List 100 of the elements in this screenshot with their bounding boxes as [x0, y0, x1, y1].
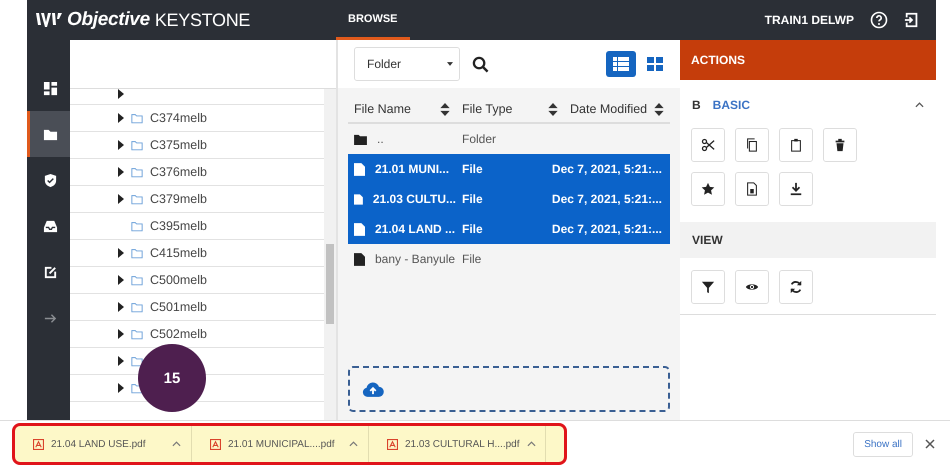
- column-header[interactable]: File Name: [348, 96, 456, 122]
- close-icon[interactable]: [925, 439, 935, 449]
- date-modified: Dec 7, 2021, 5:21:...: [550, 162, 663, 176]
- show-all-button[interactable]: Show all: [853, 432, 913, 456]
- favorite-button[interactable]: [691, 172, 725, 206]
- download-icon: [789, 182, 803, 196]
- folder-icon: [131, 140, 143, 150]
- caret-up-icon[interactable]: [349, 441, 358, 447]
- caret-icon: [118, 140, 124, 150]
- logo-text: Objective: [67, 9, 150, 31]
- tree-item[interactable]: C374melb: [70, 105, 324, 132]
- tree-item[interactable]: C375melb: [70, 132, 324, 159]
- sort-icon[interactable]: [654, 102, 664, 116]
- folder-icon: [131, 112, 143, 124]
- file-icon: [354, 192, 363, 206]
- download-button[interactable]: [779, 172, 813, 206]
- sidebar-item[interactable]: [27, 111, 70, 157]
- tree-item[interactable]: C379melb: [70, 186, 324, 213]
- file-type: File: [461, 222, 484, 236]
- tree-item[interactable]: C500melb: [70, 267, 324, 294]
- file-row[interactable]: 21.04 LAND ... File Dec 7, 2021, 5:21:...: [348, 214, 670, 244]
- pdf-icon: [387, 438, 398, 450]
- file-row[interactable]: bany - Banyule File: [348, 244, 670, 274]
- chevron-icon[interactable]: [915, 102, 924, 108]
- inbox-icon: [42, 218, 58, 234]
- file-row[interactable]: 21.01 MUNI... File Dec 7, 2021, 5:21:...: [348, 154, 670, 184]
- folder-icon: [131, 194, 143, 204]
- sort-icon[interactable]: [548, 102, 558, 116]
- list-icon: [613, 57, 629, 71]
- column-header[interactable]: File Type: [456, 96, 564, 122]
- scrollbar[interactable]: [324, 89, 336, 420]
- date-modified: Dec 7, 2021, 5:21:...: [550, 192, 663, 206]
- user-name[interactable]: TRAIN1 DELWP: [764, 13, 854, 27]
- pdf-icon: [210, 438, 221, 450]
- caret-icon: [118, 302, 124, 312]
- grid-icon: [647, 57, 663, 71]
- section-header[interactable]: B BASIC: [680, 86, 936, 124]
- column-header[interactable]: Date Modified: [564, 96, 670, 122]
- tree-item[interactable]: C415melb: [70, 240, 324, 267]
- panel-title: ACTIONS: [691, 53, 745, 67]
- section-title: VIEW: [692, 233, 723, 247]
- edit-icon: [42, 264, 58, 280]
- caret-up-icon[interactable]: [172, 441, 181, 447]
- download-item[interactable]: 21.01 MUNICIPAL....pdf: [192, 426, 369, 462]
- section-key: B: [692, 98, 701, 112]
- scope-dropdown[interactable]: Folder: [354, 47, 460, 81]
- caret-icon: [118, 167, 124, 177]
- paste-button[interactable]: [779, 128, 813, 162]
- copy-icon: [745, 138, 759, 152]
- download-item[interactable]: 21.03 CULTURAL H....pdf: [369, 426, 546, 462]
- section-header[interactable]: VIEW: [680, 222, 936, 258]
- tree-item[interactable]: C395melb: [70, 213, 324, 240]
- date-modified: Dec 7, 2021, 5:21:...: [550, 222, 663, 236]
- star-icon: [701, 182, 715, 196]
- folder-icon: [131, 248, 143, 258]
- help-icon[interactable]: [870, 11, 888, 29]
- caret-icon: [118, 356, 124, 366]
- caret-icon: [118, 248, 124, 258]
- logo-icon: [36, 11, 62, 29]
- file-icon: [354, 252, 365, 266]
- file-row[interactable]: .. Folder: [348, 124, 670, 154]
- filter-button[interactable]: [691, 270, 725, 304]
- logout-icon[interactable]: [904, 12, 920, 28]
- caret-icon: [118, 383, 124, 393]
- file-name: 21.01 MUNI...: [375, 162, 450, 176]
- download-name: 21.04 LAND USE.pdf: [51, 438, 146, 450]
- shield-check-icon: [42, 172, 58, 188]
- dashboard-icon: [42, 80, 58, 96]
- document-icon: [745, 182, 759, 196]
- tree-item[interactable]: C501melb: [70, 294, 324, 321]
- section-title: BASIC: [712, 98, 750, 112]
- search-icon[interactable]: [472, 56, 489, 72]
- file-type: Folder: [461, 132, 498, 146]
- step-badge: 15: [138, 344, 206, 412]
- download-item[interactable]: 21.04 LAND USE.pdf: [15, 426, 192, 462]
- file-type: File: [461, 252, 482, 266]
- delete-button[interactable]: [823, 128, 857, 162]
- file-icon: [354, 162, 365, 176]
- view-button[interactable]: [735, 270, 769, 304]
- cloud-upload-icon: [362, 382, 384, 396]
- document-button[interactable]: [735, 172, 769, 206]
- cut-button[interactable]: [691, 128, 725, 162]
- refresh-icon: [789, 280, 803, 294]
- refresh-button[interactable]: [779, 270, 813, 304]
- folder-icon: [354, 134, 367, 144]
- caret-icon: [118, 89, 124, 99]
- folder-icon: [131, 166, 143, 178]
- caret-up-icon[interactable]: [526, 441, 536, 447]
- sort-icon[interactable]: [440, 102, 450, 116]
- caret-icon: [118, 329, 124, 339]
- list-view-button[interactable]: [606, 51, 636, 77]
- tree-item[interactable]: C376melb: [70, 159, 324, 186]
- file-row[interactable]: 21.03 CULTU... File Dec 7, 2021, 5:21:...: [348, 184, 670, 214]
- folder-icon: [131, 302, 143, 312]
- upload-dropzone[interactable]: [348, 366, 670, 412]
- dropdown-arrow-icon: [447, 62, 453, 66]
- copy-button[interactable]: [735, 128, 769, 162]
- caret-icon: [118, 275, 124, 285]
- folder-icon: [131, 220, 143, 232]
- folder-icon: [131, 274, 143, 286]
